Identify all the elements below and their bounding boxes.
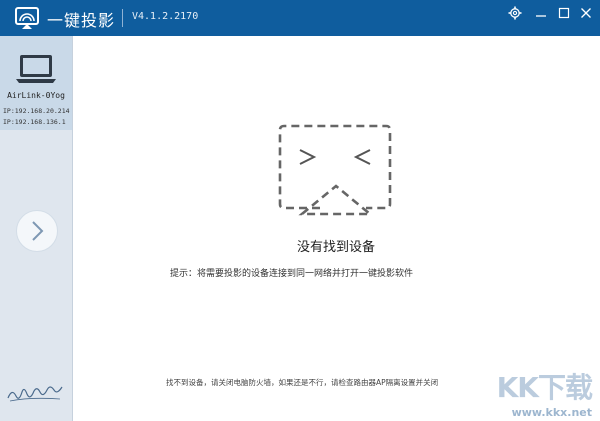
close-icon (581, 8, 591, 18)
title-separator (122, 9, 123, 27)
signature-logo (7, 386, 63, 402)
title-bar: 一键投影 V4.1.2.2170 (0, 0, 600, 36)
settings-button[interactable] (505, 3, 525, 23)
app-title: 一键投影 (47, 11, 116, 30)
watermark-url: www.kkx.net (511, 406, 592, 419)
device-sidebar: AirLink-0Yog IP:192.168.20.214 IP:192.16… (0, 36, 73, 421)
version-label: V4.1.2.2170 (132, 11, 199, 22)
site-watermark: KK下载 www.kkx.net (496, 366, 593, 419)
cast-logo-icon (15, 7, 39, 29)
watermark-brand: KK下载 (496, 371, 593, 404)
gear-icon (508, 6, 522, 20)
device-ip-1: IP:192.168.20.214 (3, 107, 70, 115)
device-card[interactable]: AirLink-0Yog IP:192.168.20.214 IP:192.16… (0, 36, 72, 130)
device-name: AirLink-0Yog (7, 91, 65, 100)
laptop-icon (16, 55, 56, 83)
empty-state-title: 没有找到设备 (296, 240, 375, 255)
device-ip-2: IP:192.168.136.1 (3, 118, 66, 126)
maximize-icon (558, 7, 570, 19)
close-button[interactable] (576, 3, 596, 23)
no-device-illustration (278, 124, 392, 216)
empty-state-tip: 提示：将需要投影的设备连接到同一网络并打开一键投影软件 (170, 269, 414, 279)
maximize-button[interactable] (554, 3, 574, 23)
minimize-icon (536, 15, 546, 17)
minimize-button[interactable] (531, 3, 551, 23)
